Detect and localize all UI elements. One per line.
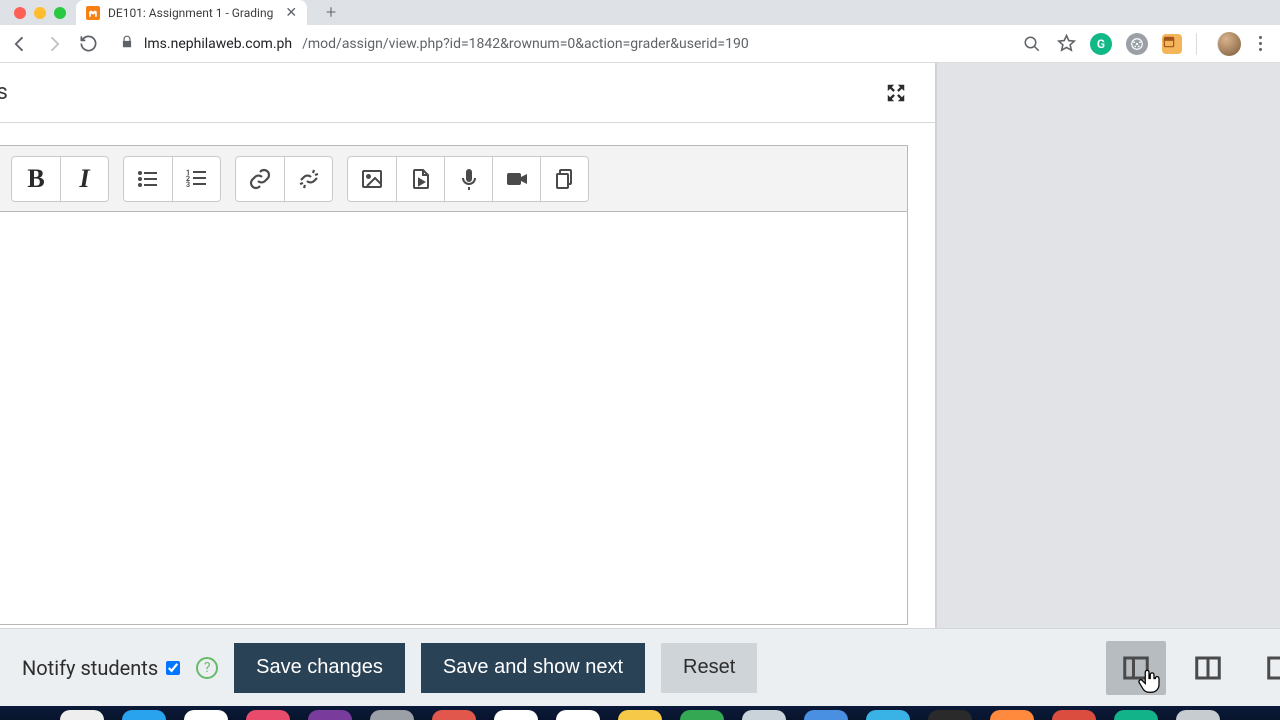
browser-tab-active[interactable]: DE101: Assignment 1 - Grading ✕ xyxy=(76,0,307,25)
layout-split-button[interactable] xyxy=(1178,641,1238,695)
help-icon[interactable]: ? xyxy=(196,657,218,679)
forward-button[interactable] xyxy=(42,32,66,56)
browser-menu-icon[interactable] xyxy=(1255,36,1266,51)
bullet-list-button[interactable] xyxy=(124,157,172,201)
cursor-hand-icon xyxy=(1134,666,1164,696)
image-button[interactable] xyxy=(348,157,396,201)
grading-footer: Notify students ? Save changes Save and … xyxy=(0,628,1280,706)
bookmark-star-icon[interactable] xyxy=(1056,34,1076,54)
save-button[interactable]: Save changes xyxy=(234,643,405,693)
notify-students-toggle[interactable]: Notify students xyxy=(22,656,180,680)
tab-close-icon[interactable]: ✕ xyxy=(285,5,297,21)
url-host: lms.nephilaweb.com.ph xyxy=(144,36,292,52)
manage-files-button[interactable] xyxy=(540,157,588,201)
extension-icon[interactable] xyxy=(1126,33,1148,55)
media-file-button[interactable] xyxy=(396,157,444,201)
grading-side-panel xyxy=(935,63,1280,642)
window-close-icon[interactable] xyxy=(14,7,26,19)
fullscreen-icon[interactable] xyxy=(885,82,907,104)
window-minimize-icon[interactable] xyxy=(34,7,46,19)
page-content: nments B I 123 xyxy=(0,63,1280,720)
grammarly-extension-icon[interactable]: G xyxy=(1090,33,1112,55)
macos-dock xyxy=(0,706,1280,720)
toolbar-icons: G xyxy=(1022,32,1272,56)
back-button[interactable] xyxy=(8,32,32,56)
layout-default-button[interactable] xyxy=(1106,641,1166,695)
lock-icon xyxy=(120,35,134,53)
layout-right-button[interactable] xyxy=(1250,641,1280,695)
browser-toolbar: lms.nephilaweb.com.ph/mod/assign/view.ph… xyxy=(0,25,1280,63)
window-maximize-icon[interactable] xyxy=(54,7,66,19)
italic-button[interactable]: I xyxy=(60,157,108,201)
feedback-editor: B I 123 xyxy=(0,145,908,625)
bold-button[interactable]: B xyxy=(12,157,60,201)
editor-textarea[interactable] xyxy=(0,212,907,624)
zoom-icon[interactable] xyxy=(1022,34,1042,54)
grading-main-panel: nments B I 123 xyxy=(0,63,935,642)
address-bar[interactable]: lms.nephilaweb.com.ph/mod/assign/view.ph… xyxy=(110,35,1012,53)
browser-tab-strip: DE101: Assignment 1 - Grading ✕ + xyxy=(0,0,1280,25)
svg-text:3: 3 xyxy=(186,181,190,189)
reload-button[interactable] xyxy=(76,32,100,56)
tab-title: DE101: Assignment 1 - Grading xyxy=(108,6,273,20)
window-controls xyxy=(8,1,76,25)
moodle-favicon-icon xyxy=(86,6,100,20)
section-header: nments xyxy=(0,63,935,123)
editor-toolbar: B I 123 xyxy=(0,146,907,212)
record-audio-button[interactable] xyxy=(444,157,492,201)
layout-toggle-group xyxy=(1106,641,1280,695)
record-video-button[interactable] xyxy=(492,157,540,201)
new-tab-button[interactable]: + xyxy=(317,0,345,25)
save-and-next-button[interactable]: Save and show next xyxy=(421,643,645,693)
unlink-button[interactable] xyxy=(284,157,332,201)
notify-label: Notify students xyxy=(22,656,158,680)
url-path: /mod/assign/view.php?id=1842&rownum=0&ac… xyxy=(302,36,749,52)
link-button[interactable] xyxy=(236,157,284,201)
numbered-list-button[interactable]: 123 xyxy=(172,157,220,201)
reset-button[interactable]: Reset xyxy=(661,643,757,693)
notify-checkbox[interactable] xyxy=(166,661,180,675)
extension-icon-2[interactable] xyxy=(1162,34,1182,54)
profile-avatar[interactable] xyxy=(1217,32,1241,56)
section-title: nments xyxy=(0,80,8,105)
